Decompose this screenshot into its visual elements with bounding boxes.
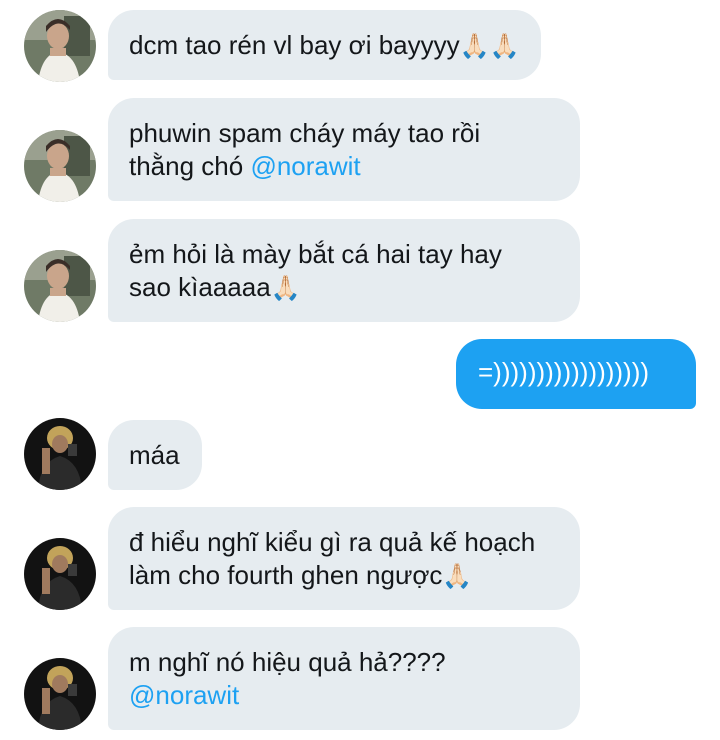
message-bubble[interactable]: ẻm hỏi là mày bắt cá hai tay hay sao kìa… <box>108 219 580 322</box>
message-bubble[interactable]: phuwin spam cháy máy tao rồi thằng chó @… <box>108 98 580 201</box>
avatar[interactable] <box>24 538 96 610</box>
message-bubble[interactable]: đ hiểu nghĩ kiểu gì ra quả kế hoạch làm … <box>108 507 580 610</box>
message-text: thằng chó <box>129 151 251 181</box>
message-bubble[interactable]: dcm tao rén vl bay ơi bayyyy🙏🏻🙏🏻 <box>108 10 542 80</box>
folded-hands-emoji-icon: 🙏🏻 <box>270 274 301 302</box>
avatar[interactable] <box>24 130 96 202</box>
message-text: máa <box>129 440 180 470</box>
message-text: đ hiểu nghĩ kiểu gì ra quả kế hoạch <box>129 527 536 557</box>
avatar[interactable] <box>24 418 96 490</box>
message-text: ẻm hỏi là mày bắt cá hai tay hay <box>129 239 502 269</box>
avatar[interactable] <box>24 10 96 82</box>
folded-hands-emoji-icon: 🙏🏻🙏🏻 <box>459 32 520 60</box>
message-text: phuwin spam cháy máy tao rồi <box>129 118 481 148</box>
message-text: dcm tao rén vl bay ơi bayyyy <box>129 30 460 60</box>
message-bubble-outgoing[interactable]: =)))))))))))))))))) <box>456 339 696 409</box>
folded-hands-emoji-icon: 🙏🏻 <box>442 562 473 590</box>
mention-link[interactable]: @norawit <box>129 680 239 710</box>
message-text: làm cho fourth ghen ngược <box>129 560 443 590</box>
message-text: sao kìaaaaa <box>129 272 271 302</box>
mention-link[interactable]: @norawit <box>250 151 360 181</box>
avatar[interactable] <box>24 250 96 322</box>
message-text: =)))))))))))))))))) <box>478 357 650 387</box>
message-bubble[interactable]: máa <box>108 420 202 490</box>
avatar[interactable] <box>24 658 96 730</box>
message-bubble[interactable]: m nghĩ nó hiệu quả hả???? @norawit <box>108 627 580 730</box>
message-text: m nghĩ nó hiệu quả hả???? <box>129 647 446 677</box>
